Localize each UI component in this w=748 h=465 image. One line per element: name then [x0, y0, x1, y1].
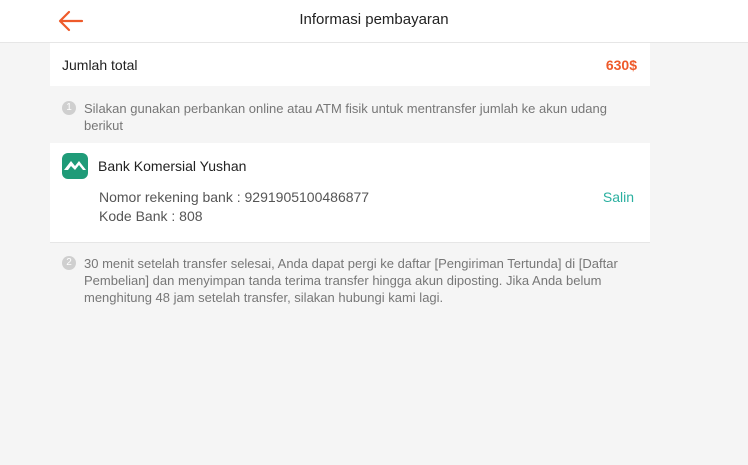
top-bar: Informasi pembayaran — [0, 0, 748, 43]
account-number: Nomor rekening bank : 9291905100486877 — [99, 189, 370, 205]
payment-info-content: Jumlah total 630$ 1 Silakan gunakan perb… — [50, 43, 650, 306]
bank-code: Kode Bank : 808 — [99, 208, 203, 224]
total-row: Jumlah total 630$ — [50, 43, 650, 86]
total-label: Jumlah total — [62, 56, 138, 73]
step-1-text: Silakan gunakan perbankan online atau AT… — [84, 101, 607, 133]
step-2-text: 30 menit setelah transfer selesai, Anda … — [84, 256, 618, 305]
total-amount: 630$ — [605, 56, 637, 73]
step-number-badge: 1 — [62, 101, 76, 115]
bank-logo-icon — [62, 153, 88, 179]
page-title: Informasi pembayaran — [299, 11, 449, 28]
step-1: 1 Silakan gunakan perbankan online atau … — [50, 86, 650, 143]
copy-button[interactable]: Salin — [603, 189, 634, 205]
step-number-badge: 2 — [62, 256, 76, 270]
bank-card: Bank Komersial Yushan Nomor rekening ban… — [50, 143, 650, 243]
bank-name: Bank Komersial Yushan — [98, 158, 247, 174]
step-2: 2 30 menit setelah transfer selesai, And… — [50, 243, 650, 306]
